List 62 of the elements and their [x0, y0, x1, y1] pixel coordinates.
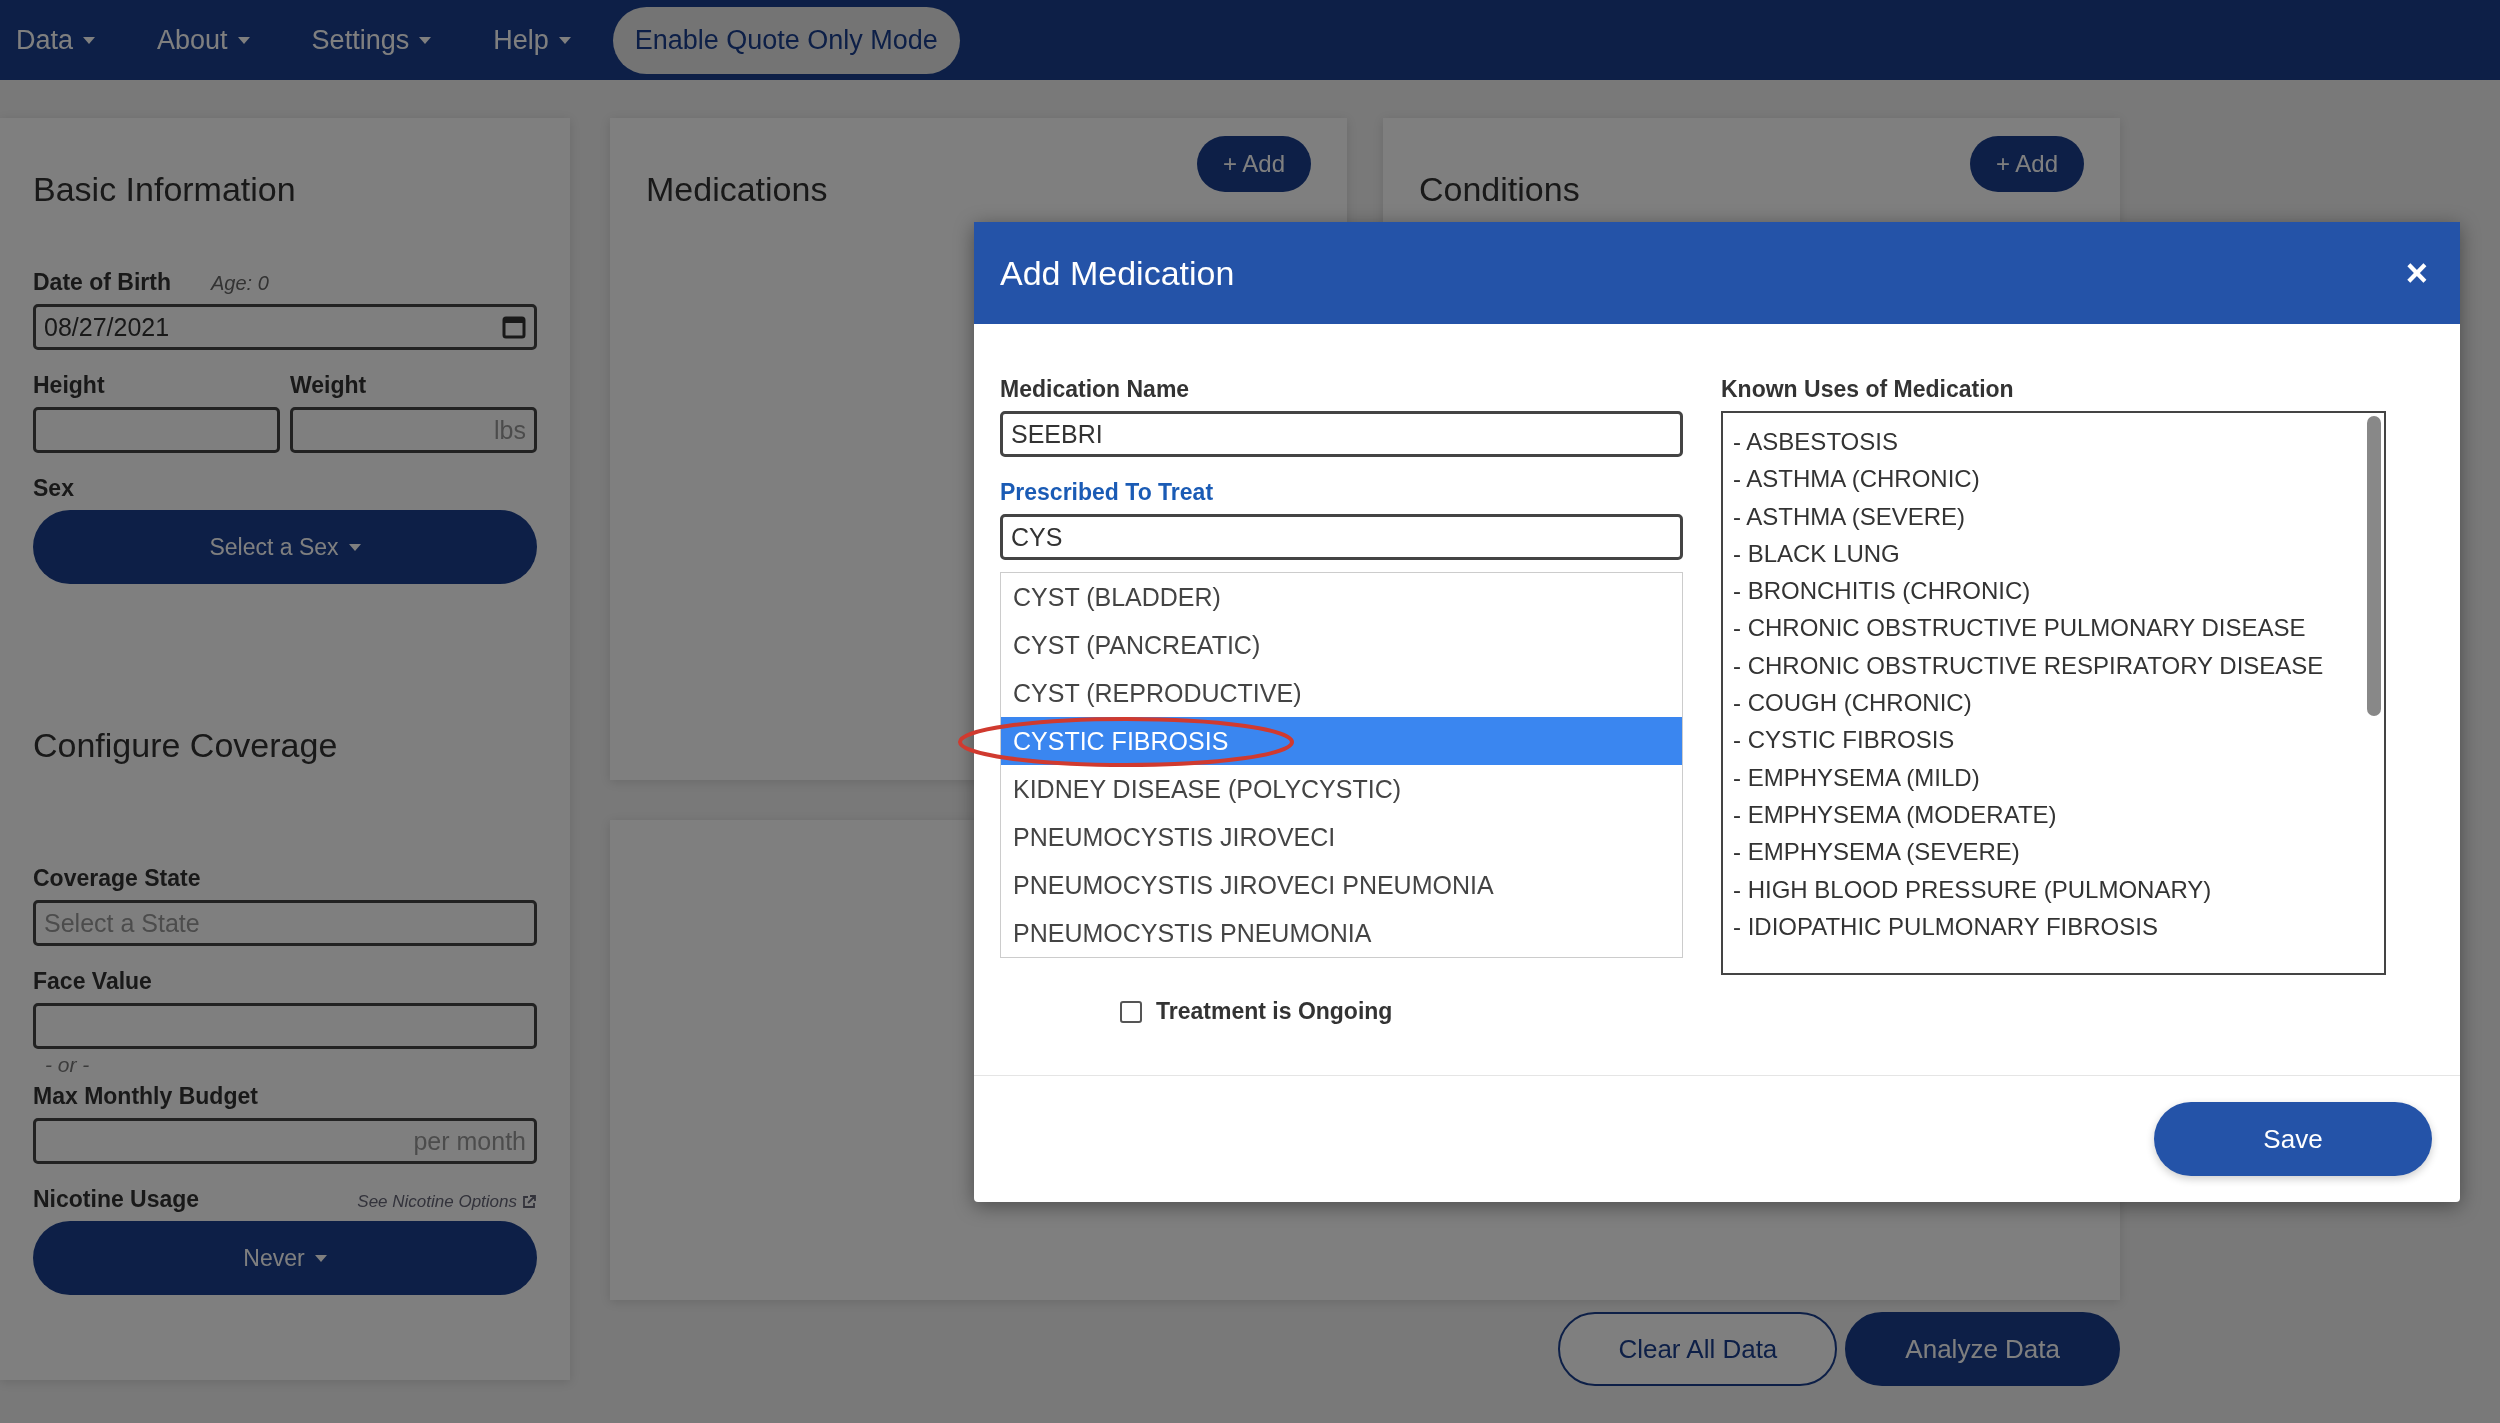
nav-menu[interactable]: Data	[16, 24, 114, 56]
medication-name-field[interactable]: SEEBRI	[1000, 411, 1683, 457]
nicotine-options-link[interactable]: See Nicotine Options	[357, 1192, 537, 1212]
use-item: - CYSTIC FIBROSIS	[1733, 725, 1956, 756]
date-field[interactable]: 08/27/2021	[33, 304, 537, 350]
age-text: Age: 0	[211, 272, 269, 295]
section-title: Configure Coverage	[33, 726, 339, 765]
nav-menu[interactable]: About	[157, 24, 268, 56]
section-title: Conditions	[1419, 170, 1580, 209]
analyze-button[interactable]: Analyze Data	[1845, 1312, 2120, 1386]
add-button[interactable]: + Add	[1196, 136, 1311, 192]
caret-icon	[237, 36, 250, 44]
use-item: - ASBESTOSIS	[1733, 427, 1899, 457]
use-item: - CHRONIC OBSTRUCTIVE RESPIRATORY DISEASE	[1733, 650, 2325, 681]
section-title: Medications	[646, 170, 828, 209]
scrollbar-thumb[interactable]	[2367, 416, 2381, 716]
face-value-field[interactable]	[33, 1003, 537, 1049]
close-button[interactable]: ×	[2399, 250, 2434, 296]
suggestion-option[interactable]: CYSTIC FIBROSIS	[1001, 717, 1682, 765]
nav-menu[interactable]: Help	[493, 24, 589, 56]
use-item: - ASTHMA (CHRONIC)	[1733, 464, 1981, 495]
caret-icon	[419, 36, 432, 44]
field-label: Weight	[290, 372, 368, 399]
use-item: - CHRONIC OBSTRUCTIVE PULMONARY DISEASE	[1733, 613, 2307, 644]
field-label: Known Uses of Medication	[1721, 376, 2015, 403]
section-title: Basic Information	[33, 170, 297, 209]
field-label: Coverage State	[33, 865, 202, 892]
caret-icon	[558, 36, 571, 44]
nicotine-dropdown-button[interactable]: Never	[33, 1221, 537, 1295]
use-item: - EMPHYSEMA (MODERATE)	[1733, 799, 2058, 830]
height-field[interactable]	[33, 407, 280, 453]
caret-icon	[348, 543, 361, 551]
field-label: Sex	[33, 475, 75, 502]
clear-button[interactable]: Clear All Data	[1558, 1312, 1838, 1386]
use-item: - BRONCHITIS (CHRONIC)	[1733, 576, 2032, 607]
caret-icon	[314, 1254, 327, 1262]
field-label: Face Value	[33, 968, 153, 995]
ongoing-checkbox[interactable]: Treatment is Ongoing	[1120, 998, 1683, 1025]
use-item: - EMPHYSEMA (SEVERE)	[1733, 837, 2021, 868]
field-label: Nicotine Usage	[33, 1186, 200, 1213]
field-label: Max Monthly Budget	[33, 1083, 259, 1110]
caret-icon	[83, 36, 96, 44]
use-item: - BLACK LUNG	[1733, 538, 1901, 569]
use-item: - EMPHYSEMA (MILD)	[1733, 762, 1981, 793]
add-button[interactable]: + Add	[1969, 136, 2084, 192]
quote-mode-button[interactable]: Enable Quote Only Mode	[612, 6, 960, 74]
dialog-title: Add Medication	[1000, 253, 1235, 293]
field-label: Height	[33, 372, 106, 399]
condition-search-field[interactable]: CYS	[1000, 514, 1683, 560]
external-link-icon	[521, 1194, 537, 1210]
sex-dropdown-button[interactable]: Select a Sex	[33, 510, 537, 584]
use-item: - ASTHMA (SEVERE)	[1733, 501, 1967, 532]
field-label: Prescribed To Treat	[1000, 479, 1215, 506]
use-item: - COUGH (CHRONIC)	[1733, 688, 1973, 719]
calendar-icon[interactable]	[501, 314, 527, 340]
separator-text: - or -	[44, 1053, 91, 1077]
use-item: - IDIOPATHIC PULMONARY FIBROSIS	[1733, 911, 2159, 942]
use-item: - HIGH BLOOD PRESSURE (PULMONARY)	[1733, 874, 2213, 905]
save-button[interactable]: Save	[2154, 1102, 2432, 1176]
field-label: Date of Birth	[33, 269, 171, 296]
nav-menu[interactable]: Settings	[311, 24, 450, 56]
field-label: Medication Name	[1000, 376, 1191, 403]
